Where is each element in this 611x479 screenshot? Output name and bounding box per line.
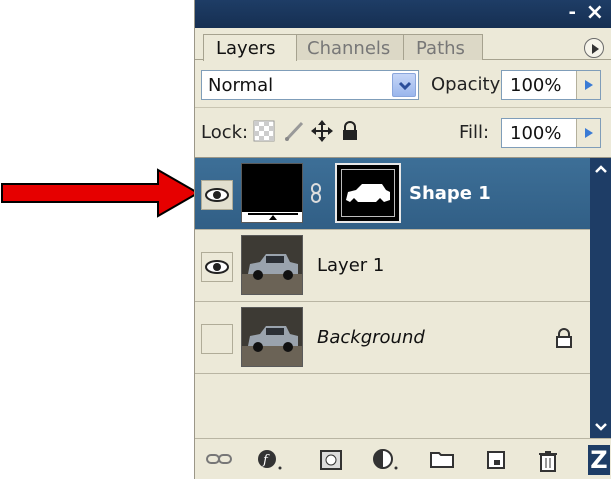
layer-row-shape-1[interactable]: Shape 1 <box>195 158 590 230</box>
visibility-toggle[interactable] <box>201 180 233 210</box>
layer-name: Background <box>317 327 425 348</box>
scroll-down-button[interactable] <box>590 416 611 438</box>
opacity-label: Opacity: <box>431 74 505 95</box>
layer-list-scrollbar[interactable] <box>590 158 611 438</box>
lock-icon <box>555 328 573 352</box>
adjustment-layer-icon[interactable] <box>373 449 401 475</box>
opacity-value: 100% <box>510 75 562 96</box>
blend-mode-value: Normal <box>208 75 274 96</box>
tab-channels[interactable]: Channels <box>294 34 404 60</box>
layer-thumbnail[interactable] <box>241 307 303 367</box>
minimize-button[interactable]: - <box>569 2 576 23</box>
shape-fill-thumbnail[interactable] <box>241 163 303 223</box>
tab-layers[interactable]: Layers <box>203 34 297 61</box>
layer-style-icon[interactable]: f <box>257 449 285 475</box>
fill-label: Fill: <box>459 122 490 143</box>
scroll-up-button[interactable] <box>590 158 611 180</box>
panel-menu-button[interactable] <box>584 38 604 58</box>
opacity-field[interactable]: 100% <box>501 70 601 100</box>
layer-thumbnail[interactable] <box>241 235 303 295</box>
tab-paths[interactable]: Paths <box>403 34 483 60</box>
fill-value: 100% <box>510 123 562 144</box>
layer-name: Layer 1 <box>317 255 385 276</box>
resize-grip-badge[interactable]: Z <box>588 445 610 475</box>
layer-list: Shape 1 Layer 1 Background <box>195 158 590 438</box>
lock-row: Lock: Fill: 100% <box>195 108 611 158</box>
chevron-up-icon <box>595 165 607 173</box>
layer-name: Shape 1 <box>409 183 491 204</box>
trash-icon[interactable] <box>537 449 559 477</box>
chain-link-icon[interactable] <box>309 182 323 208</box>
blend-mode-select[interactable]: Normal <box>201 70 419 100</box>
blend-row: Normal Opacity: 100% <box>195 60 611 108</box>
fill-field[interactable]: 100% <box>501 118 601 148</box>
layer-row-layer-1[interactable]: Layer 1 <box>195 230 590 302</box>
fill-slider-button[interactable] <box>576 119 600 147</box>
tab-strip: Paths Channels Layers <box>195 28 611 61</box>
link-layers-icon[interactable] <box>205 449 233 473</box>
eye-icon <box>205 188 229 202</box>
lock-transparent-icon[interactable] <box>253 120 275 142</box>
panel-titlebar: - × <box>195 0 611 28</box>
visibility-toggle[interactable] <box>201 324 233 354</box>
vector-mask-thumbnail[interactable] <box>335 163 401 223</box>
layers-panel: - × Paths Channels Layers Normal Opacity… <box>194 0 611 479</box>
layer-row-background[interactable]: Background <box>195 302 590 374</box>
lock-brush-icon[interactable] <box>283 120 305 142</box>
visibility-toggle[interactable] <box>201 252 233 282</box>
new-layer-icon[interactable] <box>485 449 507 475</box>
layers-bottom-toolbar: f Z <box>195 438 611 479</box>
car-silhouette-icon <box>346 184 390 202</box>
triangle-right-icon <box>585 128 593 138</box>
opacity-slider-button[interactable] <box>576 71 600 99</box>
lock-move-icon[interactable] <box>311 120 333 142</box>
add-mask-icon[interactable] <box>319 449 343 475</box>
play-arrow-icon <box>592 44 599 54</box>
eye-icon <box>205 260 229 274</box>
new-group-folder-icon[interactable] <box>429 449 455 473</box>
chevron-down-icon[interactable] <box>392 73 416 97</box>
triangle-right-icon <box>585 80 593 90</box>
close-button[interactable]: × <box>586 0 604 25</box>
chevron-down-icon <box>595 423 607 431</box>
red-arrow-annotation <box>1 168 200 218</box>
lock-all-icon[interactable] <box>339 120 361 142</box>
lock-label: Lock: <box>201 122 249 143</box>
